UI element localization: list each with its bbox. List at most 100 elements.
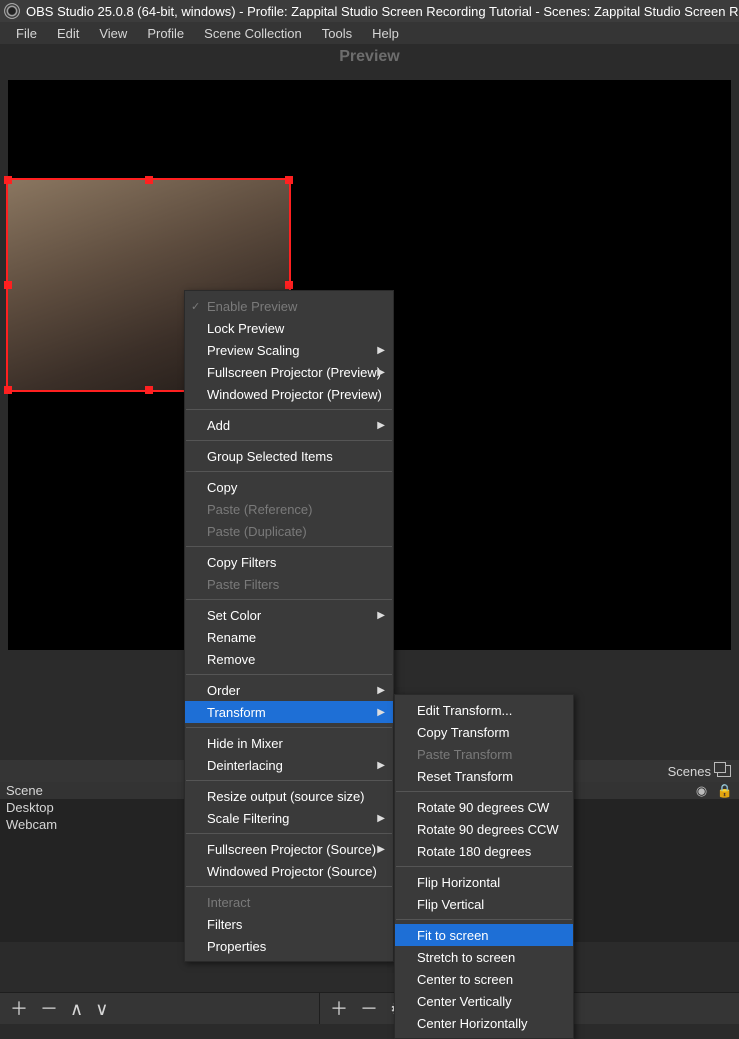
ctx_main-item[interactable]: Rename bbox=[185, 626, 393, 648]
resize-handle-top-left[interactable] bbox=[4, 176, 12, 184]
menu-separator bbox=[186, 674, 392, 675]
ctx_sub-item[interactable]: Rotate 180 degrees bbox=[395, 840, 573, 862]
menu-profile[interactable]: Profile bbox=[137, 26, 194, 41]
ctx_main-item[interactable]: Resize output (source size) bbox=[185, 785, 393, 807]
menu-item-label: Flip Vertical bbox=[417, 897, 484, 912]
menu-item-label: Group Selected Items bbox=[207, 449, 333, 464]
popout-icon[interactable] bbox=[717, 765, 731, 777]
ctx_main-item[interactable]: Properties bbox=[185, 935, 393, 957]
menu-item-label: Filters bbox=[207, 917, 242, 932]
scene-row-label: Desktop bbox=[6, 800, 54, 815]
resize-handle-mid-left[interactable] bbox=[4, 281, 12, 289]
scene-row-label: Webcam bbox=[6, 817, 57, 832]
ctx_main-item[interactable]: Set Color▶ bbox=[185, 604, 393, 626]
submenu-arrow-icon: ▶ bbox=[377, 610, 385, 621]
ctx_main-item[interactable]: Copy bbox=[185, 476, 393, 498]
menu-help[interactable]: Help bbox=[362, 26, 409, 41]
menubar: File Edit View Profile Scene Collection … bbox=[0, 22, 739, 44]
ctx_sub-item[interactable]: Fit to screen bbox=[395, 924, 573, 946]
menu-item-label: Paste (Duplicate) bbox=[207, 524, 307, 539]
menu-item-label: Paste Filters bbox=[207, 577, 279, 592]
ctx_sub-item[interactable]: Center Vertically bbox=[395, 990, 573, 1012]
submenu-arrow-icon: ▶ bbox=[377, 367, 385, 378]
menu-item-label: Fullscreen Projector (Preview) bbox=[207, 365, 381, 380]
ctx_main-item: Paste Filters bbox=[185, 573, 393, 595]
add-scene-button[interactable]: ＋ bbox=[10, 1000, 28, 1018]
ctx_main-item[interactable]: Fullscreen Projector (Preview)▶ bbox=[185, 361, 393, 383]
ctx_main-item[interactable]: Windowed Projector (Preview) bbox=[185, 383, 393, 405]
resize-handle-top-right[interactable] bbox=[285, 176, 293, 184]
ctx_main-item[interactable]: Remove bbox=[185, 648, 393, 670]
menu-file[interactable]: File bbox=[6, 26, 47, 41]
menu-separator bbox=[396, 919, 572, 920]
ctx_main-item: Paste (Duplicate) bbox=[185, 520, 393, 542]
remove-source-button[interactable]: － bbox=[360, 1000, 378, 1018]
ctx_sub-item[interactable]: Center Horizontally bbox=[395, 1012, 573, 1034]
ctx_main-item[interactable]: Add▶ bbox=[185, 414, 393, 436]
ctx_main-item[interactable]: Lock Preview bbox=[185, 317, 393, 339]
ctx_main-item[interactable]: Order▶ bbox=[185, 679, 393, 701]
add-source-button[interactable]: ＋ bbox=[330, 1000, 348, 1018]
ctx_main-item[interactable]: Filters bbox=[185, 913, 393, 935]
ctx_main-item: ✓Enable Preview bbox=[185, 295, 393, 317]
menu-view[interactable]: View bbox=[89, 26, 137, 41]
ctx_sub-item[interactable]: Center to screen bbox=[395, 968, 573, 990]
resize-handle-bottom-mid[interactable] bbox=[145, 386, 153, 394]
menu-separator bbox=[186, 886, 392, 887]
ctx_main-item[interactable]: Group Selected Items bbox=[185, 445, 393, 467]
ctx_sub-item[interactable]: Reset Transform bbox=[395, 765, 573, 787]
resize-handle-top-mid[interactable] bbox=[145, 176, 153, 184]
ctx_main-item[interactable]: Scale Filtering▶ bbox=[185, 807, 393, 829]
remove-scene-button[interactable]: － bbox=[40, 1000, 58, 1018]
bottom-toolbars: ＋ － ∧ ∨ ＋ － ⚙ ∧ ∨ bbox=[0, 992, 739, 1024]
menu-item-label: Remove bbox=[207, 652, 255, 667]
menu-item-label: Flip Horizontal bbox=[417, 875, 500, 890]
menu-item-label: Add bbox=[207, 418, 230, 433]
menu-separator bbox=[186, 833, 392, 834]
menu-separator bbox=[396, 791, 572, 792]
submenu-arrow-icon: ▶ bbox=[377, 844, 385, 855]
ctx_sub-item[interactable]: Edit Transform... bbox=[395, 699, 573, 721]
menu-item-label: Edit Transform... bbox=[417, 703, 512, 718]
menu-item-label: Properties bbox=[207, 939, 266, 954]
scene-move-down-button[interactable]: ∨ bbox=[95, 1000, 108, 1018]
ctx_sub-item[interactable]: Stretch to screen bbox=[395, 946, 573, 968]
menu-scene-collection[interactable]: Scene Collection bbox=[194, 26, 312, 41]
ctx_main-item[interactable]: Copy Filters bbox=[185, 551, 393, 573]
menu-tools[interactable]: Tools bbox=[312, 26, 362, 41]
ctx_main-item[interactable]: Hide in Mixer bbox=[185, 732, 393, 754]
transform-submenu: Edit Transform...Copy TransformPaste Tra… bbox=[394, 694, 574, 1039]
ctx_sub-item[interactable]: Flip Horizontal bbox=[395, 871, 573, 893]
eye-icon[interactable]: ◉ bbox=[696, 783, 707, 799]
resize-handle-mid-right[interactable] bbox=[285, 281, 293, 289]
ctx_sub-item[interactable]: Rotate 90 degrees CW bbox=[395, 796, 573, 818]
resize-handle-bottom-left[interactable] bbox=[4, 386, 12, 394]
menu-separator bbox=[186, 780, 392, 781]
menu-item-label: Lock Preview bbox=[207, 321, 284, 336]
menu-edit[interactable]: Edit bbox=[47, 26, 89, 41]
menu-item-label: Interact bbox=[207, 895, 250, 910]
ctx_main-item: Paste (Reference) bbox=[185, 498, 393, 520]
menu-item-label: Stretch to screen bbox=[417, 950, 515, 965]
scene-move-up-button[interactable]: ∧ bbox=[70, 1000, 83, 1018]
ctx_sub-item[interactable]: Rotate 90 degrees CCW bbox=[395, 818, 573, 840]
menu-item-label: Windowed Projector (Source) bbox=[207, 864, 377, 879]
menu-item-label: Center Horizontally bbox=[417, 1016, 528, 1031]
ctx_main-item[interactable]: Fullscreen Projector (Source)▶ bbox=[185, 838, 393, 860]
lock-icon[interactable]: 🔒 bbox=[717, 783, 733, 799]
ctx_sub-item[interactable]: Flip Vertical bbox=[395, 893, 573, 915]
submenu-arrow-icon: ▶ bbox=[377, 760, 385, 771]
ctx_sub-item[interactable]: Copy Transform bbox=[395, 721, 573, 743]
menu-separator bbox=[396, 866, 572, 867]
ctx_main-item[interactable]: Preview Scaling▶ bbox=[185, 339, 393, 361]
menu-item-label: Enable Preview bbox=[207, 299, 297, 314]
ctx_main-item[interactable]: Deinterlacing▶ bbox=[185, 754, 393, 776]
ctx_main-item[interactable]: Windowed Projector (Source) bbox=[185, 860, 393, 882]
obs-logo-icon bbox=[4, 3, 20, 19]
menu-item-label: Rotate 90 degrees CCW bbox=[417, 822, 559, 837]
menu-separator bbox=[186, 409, 392, 410]
ctx_main-item[interactable]: Transform▶ bbox=[185, 701, 393, 723]
menu-item-label: Copy Filters bbox=[207, 555, 276, 570]
menu-item-label: Paste (Reference) bbox=[207, 502, 313, 517]
menu-item-label: Copy Transform bbox=[417, 725, 509, 740]
